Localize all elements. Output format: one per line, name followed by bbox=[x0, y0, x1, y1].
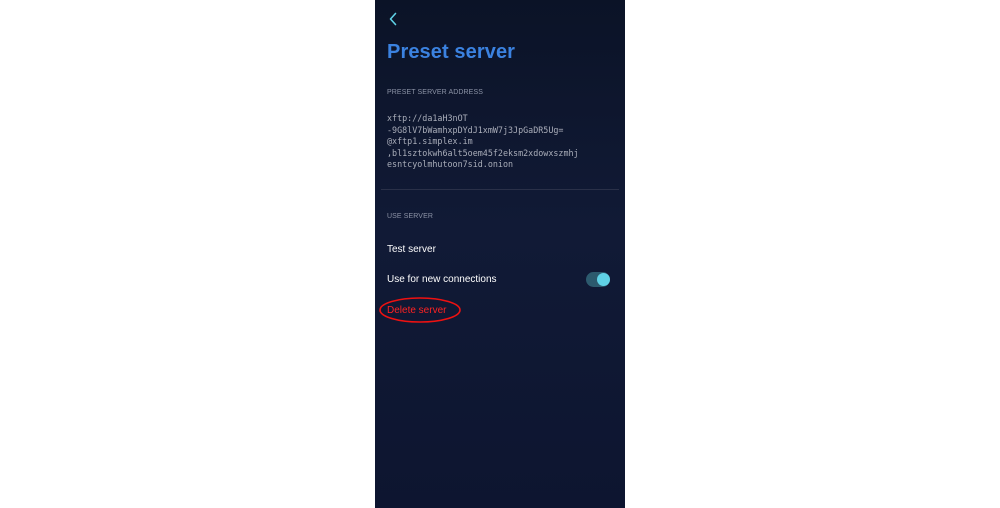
screen: Preset server PRESET SERVER ADDRESS xftp… bbox=[375, 0, 625, 508]
use-for-new-connections-label: Use for new connections bbox=[387, 274, 497, 285]
address-line: xftp://da1aH3nOT bbox=[387, 113, 468, 123]
back-button[interactable] bbox=[385, 10, 401, 28]
toggle-knob bbox=[597, 273, 610, 286]
preset-address-header: PRESET SERVER ADDRESS bbox=[387, 89, 483, 96]
address-line: esntcyolmhutoon7sid.onion bbox=[387, 159, 514, 169]
delete-server-button[interactable]: Delete server bbox=[387, 305, 446, 316]
page-title: Preset server bbox=[387, 41, 516, 63]
use-for-new-connections-toggle[interactable] bbox=[585, 271, 611, 288]
test-server-button[interactable]: Test server bbox=[387, 244, 436, 255]
section-divider bbox=[381, 189, 619, 190]
address-line: @xftp1.simplex.im bbox=[387, 136, 473, 146]
chevron-left-icon bbox=[389, 12, 397, 26]
use-server-header: USE SERVER bbox=[387, 213, 433, 220]
server-address[interactable]: xftp://da1aH3nOT -9G8lV7bWamhxpDYdJ1xmW7… bbox=[387, 113, 617, 171]
address-line: ,bl1sztokwh6alt5oem45f2eksm2xdowxszmhj bbox=[387, 147, 579, 158]
address-line: -9G8lV7bWamhxpDYdJ1xmW7j3JpGaDR5Ug= bbox=[387, 124, 564, 135]
